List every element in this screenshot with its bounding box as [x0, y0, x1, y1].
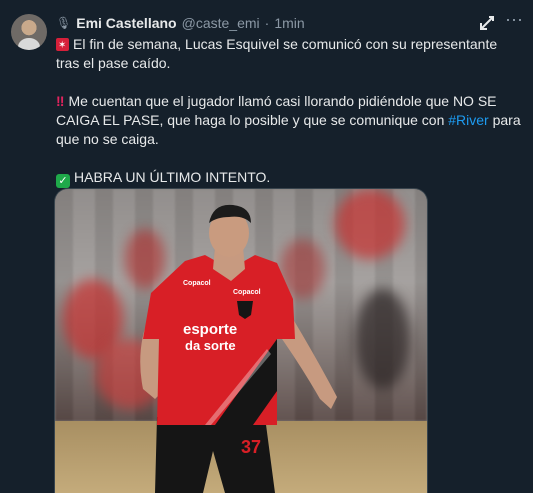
- author-name[interactable]: Emi Castellano: [76, 15, 176, 31]
- hashtag-river-link[interactable]: #River: [448, 112, 488, 128]
- tweet-timestamp[interactable]: 1min: [274, 15, 304, 31]
- grok-icon[interactable]: [478, 14, 496, 37]
- jersey-main-sponsor-1: esporte: [183, 321, 237, 338]
- check-mark-emoji-icon: ✓: [56, 174, 70, 188]
- more-options-icon[interactable]: ⋯: [505, 10, 523, 31]
- author-handle[interactable]: @caste_emi: [182, 15, 260, 31]
- jersey-sponsor-brand: Copacol: [233, 289, 261, 296]
- paragraph-3: ✓ HABRA UN ÚLTIMO INTENTO.: [56, 168, 522, 188]
- tweet-header: 🎙 Emi Castellano @caste_emi · 1min: [56, 12, 305, 34]
- paragraph-2: ‼ Me cuentan que el jugador llamó casi ll…: [56, 92, 522, 149]
- header-separator: ·: [264, 15, 270, 31]
- microphone-icon: 🎙: [56, 16, 72, 30]
- shorts-number: 37: [241, 437, 261, 457]
- paragraph-3-text: HABRA UN ÚLTIMO INTENTO.: [74, 169, 271, 185]
- author-avatar[interactable]: [11, 14, 47, 50]
- jersey-main-sponsor-2: da sorte: [185, 338, 236, 353]
- paragraph-2-text-before: Me cuentan que el jugador llamó casi llo…: [56, 93, 497, 128]
- paragraph-1-text: El fin de semana, Lucas Esquivel se comu…: [56, 36, 498, 71]
- red-flag-emoji-icon: [56, 36, 69, 55]
- double-exclamation-icon: ‼: [56, 93, 65, 109]
- tweet-media-image[interactable]: Copacol Copacol esporte da sorte 37: [54, 188, 428, 493]
- jersey-sponsor-top: Copacol: [183, 280, 211, 287]
- player-figure: Copacol Copacol esporte da sorte 37: [140, 204, 337, 493]
- tweet-text: El fin de semana, Lucas Esquivel se comu…: [56, 35, 522, 188]
- paragraph-1: El fin de semana, Lucas Esquivel se comu…: [56, 35, 522, 73]
